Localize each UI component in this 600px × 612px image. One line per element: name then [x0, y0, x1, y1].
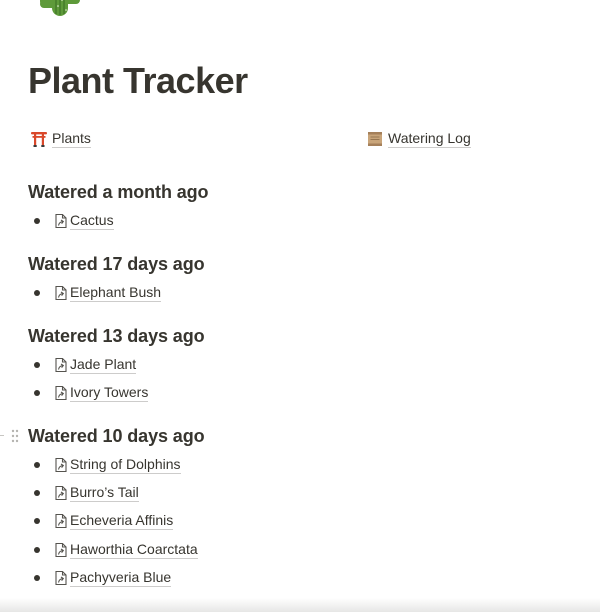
page-link-icon [55, 385, 67, 401]
plant-link[interactable]: Cactus [70, 212, 114, 230]
page-link-icon [55, 285, 67, 301]
plant-link[interactable]: Echeveria Affinis [70, 512, 174, 530]
page-link-icon [55, 457, 67, 473]
bullet [34, 518, 40, 524]
section-heading: Watered 17 days ago [28, 254, 205, 274]
list-item[interactable]: Ivory Towers [34, 383, 149, 403]
page-link-icon [55, 485, 67, 501]
list-item[interactable]: Echeveria Affinis [34, 511, 174, 531]
link-watering-log[interactable]: Watering Log [366, 129, 471, 149]
link-watering-log-label[interactable]: Watering Log [388, 130, 471, 148]
plant-link[interactable]: String of Dolphins [70, 456, 181, 474]
link-plants-label[interactable]: Plants [52, 130, 91, 148]
bullet [34, 218, 40, 224]
bullet [34, 390, 40, 396]
list-item[interactable]: Haworthia Coarctata [34, 540, 198, 560]
list-item[interactable]: Burro’s Tail [34, 483, 139, 503]
torii-gate-icon [31, 132, 47, 147]
list-item[interactable]: Pachyveria Blue [34, 568, 172, 588]
page-title: Plant Tracker [28, 60, 248, 101]
plant-link[interactable]: Burro’s Tail [70, 484, 139, 502]
list-item[interactable]: Cactus [34, 211, 114, 231]
plant-link[interactable]: Elephant Bush [70, 284, 162, 302]
page-link-icon [55, 570, 67, 586]
bullet [34, 290, 40, 296]
cactus-icon[interactable] [30, 0, 90, 32]
drag-handle-icon[interactable] [10, 428, 20, 444]
link-plants[interactable]: Plants [30, 129, 91, 149]
bullet [34, 547, 40, 553]
page-link-icon [55, 213, 67, 229]
bullet [34, 575, 40, 581]
block-divider-mark [0, 435, 4, 436]
notion-page: Plant Tracker Plants Watering Log Watere… [0, 0, 600, 612]
page-link-icon [55, 357, 67, 373]
plant-link[interactable]: Jade Plant [70, 356, 137, 374]
scroll-icon [368, 132, 382, 146]
section-heading: Watered 13 days ago [28, 326, 205, 346]
plant-link[interactable]: Pachyveria Blue [70, 569, 172, 587]
bullet [34, 362, 40, 368]
list-item[interactable]: String of Dolphins [34, 455, 181, 475]
window-bottom-shadow [0, 598, 600, 612]
page-link-icon [55, 542, 67, 558]
section-heading: Watered a month ago [28, 182, 209, 202]
plant-link[interactable]: Ivory Towers [70, 384, 149, 402]
bullet [34, 462, 40, 468]
list-item[interactable]: Jade Plant [34, 355, 137, 375]
plant-link[interactable]: Haworthia Coarctata [70, 541, 198, 559]
page-link-icon [55, 513, 67, 529]
bullet [34, 490, 40, 496]
list-item[interactable]: Elephant Bush [34, 283, 162, 303]
section-heading: Watered 10 days ago [28, 426, 205, 446]
